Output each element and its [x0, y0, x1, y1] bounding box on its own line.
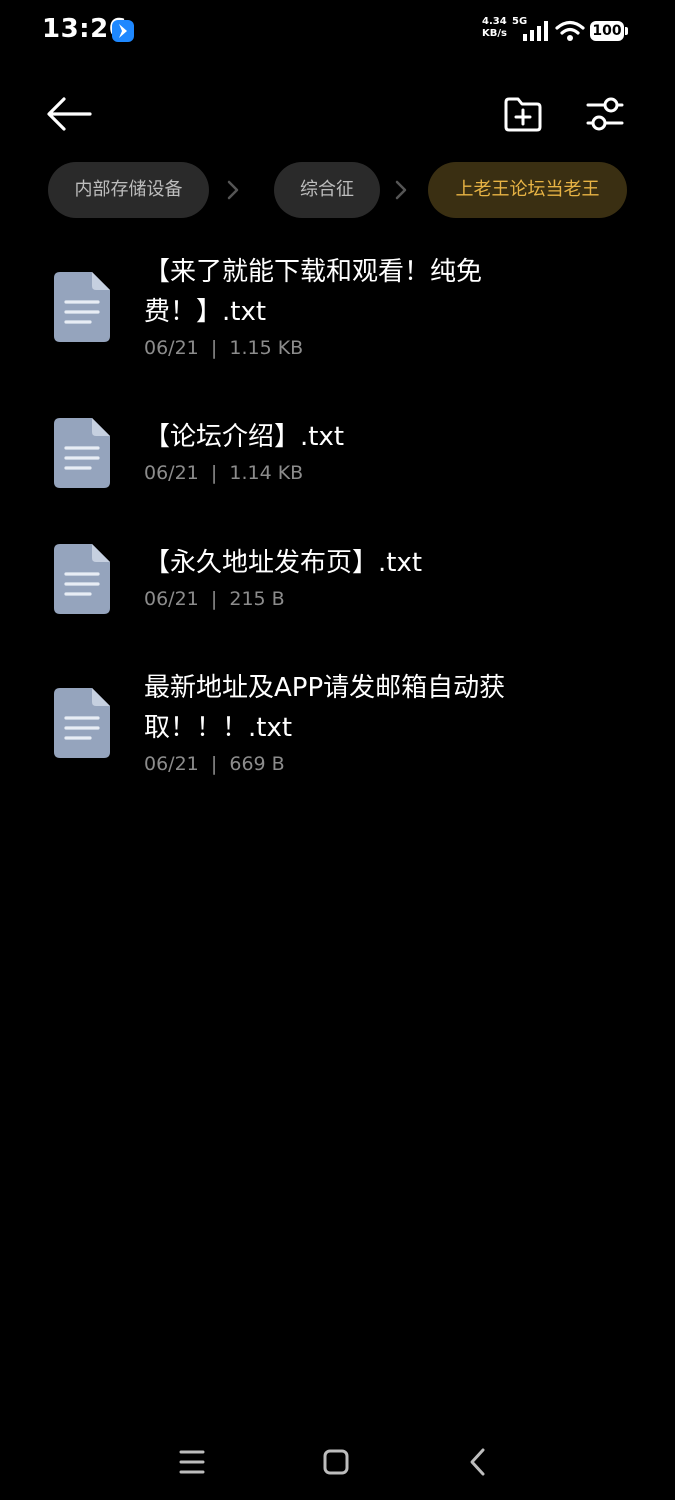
- breadcrumb-item-folder[interactable]: 综合征: [274, 162, 380, 218]
- text-file-icon: [54, 544, 110, 614]
- file-meta: 06/21 | 1.14 KB: [144, 462, 303, 484]
- signal-icon: [523, 21, 548, 41]
- new-folder-button[interactable]: [500, 92, 546, 136]
- chevron-right-icon: [227, 180, 239, 200]
- list-item[interactable]: 【永久地址发布页】.txt 06/21 | 215 B: [0, 532, 675, 632]
- file-meta: 06/21 | 215 B: [144, 588, 285, 610]
- text-file-icon: [54, 688, 110, 758]
- recents-button[interactable]: [172, 1444, 212, 1480]
- filter-button[interactable]: [582, 92, 628, 136]
- toolbar: [0, 84, 675, 144]
- file-name: 【来了就能下载和观看！纯免费！】.txt: [144, 257, 483, 327]
- square-icon: [323, 1449, 349, 1475]
- meta-separator: |: [210, 462, 218, 484]
- file-name: 【论坛介绍】.txt: [144, 422, 345, 452]
- arrow-left-icon: [47, 97, 92, 131]
- file-meta: 06/21 | 669 B: [144, 753, 285, 775]
- chevron-left-icon: [470, 1448, 485, 1476]
- meta-separator: |: [210, 337, 218, 359]
- system-nav-bar: [0, 1430, 675, 1494]
- list-item[interactable]: 【论坛介绍】.txt 06/21 | 1.14 KB: [0, 406, 675, 506]
- network-speed-unit: KB/s: [482, 28, 507, 39]
- menu-icon: [179, 1450, 205, 1474]
- folder-plus-icon: [504, 97, 542, 132]
- file-meta: 06/21 | 1.15 KB: [144, 337, 303, 359]
- file-name: 【永久地址发布页】.txt: [144, 548, 423, 578]
- file-size: 1.14 KB: [229, 462, 304, 484]
- file-name: 最新地址及APP请发邮箱自动获取！！！.txt: [144, 673, 506, 743]
- breadcrumb-item-current[interactable]: 上老王论坛当老王: [428, 162, 627, 218]
- wifi-icon: [555, 20, 585, 41]
- meta-separator: |: [210, 588, 218, 610]
- home-button[interactable]: [316, 1444, 356, 1480]
- file-date: 06/21: [144, 337, 199, 359]
- chevron-right-icon: [395, 180, 407, 200]
- text-file-icon: [54, 272, 110, 342]
- text-file-icon: [54, 418, 110, 488]
- list-item[interactable]: 最新地址及APP请发邮箱自动获取！！！.txt 06/21 | 669 B: [0, 658, 675, 788]
- status-bar: 13:26 4.34 KB/s 5G 100: [0, 0, 675, 64]
- file-date: 06/21: [144, 588, 199, 610]
- battery-indicator: 100: [590, 21, 628, 41]
- app-notification-icon: [112, 20, 134, 42]
- file-size: 1.15 KB: [229, 337, 304, 359]
- file-date: 06/21: [144, 753, 199, 775]
- nav-back-button[interactable]: [458, 1444, 498, 1480]
- breadcrumb-item-internal-storage[interactable]: 内部存储设备: [48, 162, 209, 218]
- file-date: 06/21: [144, 462, 199, 484]
- file-size: 215 B: [229, 588, 285, 610]
- network-speed-value: 4.34: [482, 16, 507, 27]
- meta-separator: |: [210, 753, 218, 775]
- back-button[interactable]: [44, 92, 94, 136]
- file-size: 669 B: [229, 753, 285, 775]
- breadcrumb: 内部存储设备 综合征 上老王论坛当老王: [0, 162, 675, 220]
- network-speed: 4.34 KB/s: [482, 16, 507, 40]
- list-item[interactable]: 【来了就能下载和观看！纯免费！】.txt 06/21 | 1.15 KB: [0, 240, 675, 370]
- sliders-icon: [586, 97, 624, 131]
